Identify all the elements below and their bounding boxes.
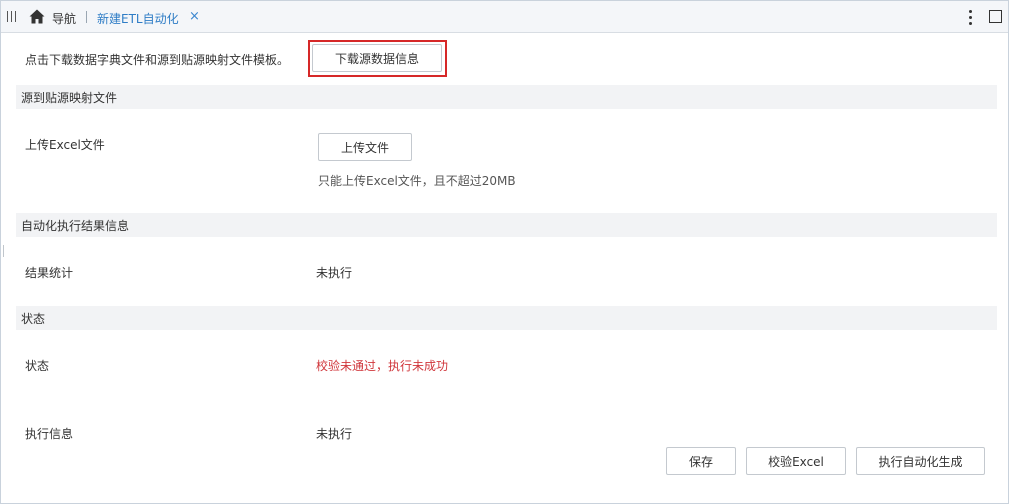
tab-navigation[interactable]: 导航 [52,10,76,27]
tab-divider [86,11,87,23]
run-automation-button[interactable]: 执行自动化生成 [856,447,985,475]
home-icon[interactable] [29,9,45,24]
tab-new-etl-automation[interactable]: 新建ETL自动化 [97,10,179,27]
section-header-status: 状态 [16,306,997,330]
status-value: 校验未通过，执行未成功 [316,359,449,373]
upload-hint: 只能上传Excel文件，且不超过20MB [318,174,516,188]
section-title: 源到贴源映射文件 [21,91,118,105]
exec-info-label: 执行信息 [25,427,74,441]
resize-handle[interactable] [3,245,4,257]
maximize-icon[interactable] [989,10,1002,23]
tab-close-icon[interactable]: × [189,9,200,24]
result-stats-label: 结果统计 [25,266,74,280]
intro-text: 点击下载数据字典文件和源到贴源映射文件模板。 [25,53,290,67]
validate-excel-button[interactable]: 校验Excel [746,447,846,475]
save-button[interactable]: 保存 [666,447,736,475]
result-stats-value: 未执行 [316,266,353,280]
section-title: 状态 [21,312,46,326]
menu-icon[interactable] [7,11,16,22]
section-title: 自动化执行结果信息 [21,219,130,233]
upload-excel-label: 上传Excel文件 [25,138,105,152]
etl-window: 导航 新建ETL自动化 × 点击下载数据字典文件和源到贴源映射文件模板。 下载源… [0,0,1009,504]
status-label: 状态 [25,359,50,373]
section-header-mapping: 源到贴源映射文件 [16,85,997,109]
download-source-info-button[interactable]: 下载源数据信息 [312,44,442,72]
exec-info-value: 未执行 [316,427,353,441]
more-vertical-icon[interactable] [967,9,973,25]
tab-bar: 导航 新建ETL自动化 × [1,1,1008,33]
section-header-result: 自动化执行结果信息 [16,213,997,237]
upload-file-button[interactable]: 上传文件 [318,133,412,161]
